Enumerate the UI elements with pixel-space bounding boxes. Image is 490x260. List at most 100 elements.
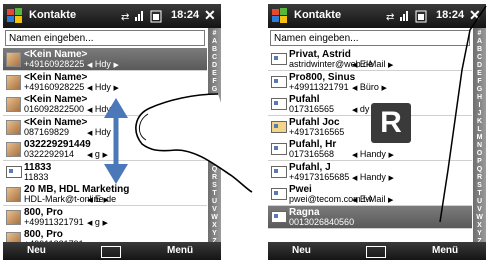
alphabet-letter[interactable]: R bbox=[473, 174, 486, 182]
alphabet-letter[interactable]: F bbox=[473, 78, 486, 86]
alphabet-letter[interactable]: L bbox=[208, 126, 221, 134]
contact-row[interactable]: Pro800, Sinus +49911321791 ◀ Büro ▶ bbox=[268, 70, 472, 94]
contact-row[interactable]: 032229291449 0322292914 ◀ g ▶ bbox=[3, 138, 207, 161]
alphabet-letter[interactable]: Q bbox=[473, 166, 486, 174]
alphabet-letter[interactable]: B bbox=[473, 46, 486, 54]
signal-icon bbox=[400, 11, 408, 21]
contact-row[interactable]: Ragna 0013026840560 bbox=[268, 205, 472, 229]
windows-start-icon[interactable] bbox=[270, 6, 290, 26]
contact-type[interactable]: ◀ Hdy ▶ bbox=[87, 127, 119, 137]
contact-type[interactable]: ◀ Hdy ▶ bbox=[87, 59, 119, 69]
alphabet-letter[interactable]: B bbox=[208, 46, 221, 54]
alphabet-letter[interactable]: O bbox=[208, 150, 221, 158]
alphabet-letter[interactable]: I bbox=[208, 102, 221, 110]
alphabet-letter[interactable]: K bbox=[473, 118, 486, 126]
contact-type[interactable]: ◀ g ▶ bbox=[87, 217, 108, 227]
alphabet-letter[interactable]: H bbox=[473, 94, 486, 102]
contact-type[interactable]: ◀ E-Mail ▶ bbox=[352, 194, 393, 204]
alphabet-letter[interactable]: Q bbox=[208, 166, 221, 174]
alphabet-letter[interactable]: C bbox=[208, 54, 221, 62]
search-input[interactable]: Namen eingeben... bbox=[270, 30, 470, 46]
contact-row[interactable]: 11833 11833 bbox=[3, 160, 207, 184]
contact-row[interactable]: 800, Pro+49911321791◀ g ▶ bbox=[3, 205, 207, 229]
alphabet-letter[interactable]: C bbox=[473, 54, 486, 62]
alphabet-letter[interactable]: Y bbox=[473, 230, 486, 238]
contact-type[interactable]: ◀ Büro ▶ bbox=[352, 82, 387, 92]
alphabet-letter[interactable]: U bbox=[473, 198, 486, 206]
alphabet-letter[interactable]: T bbox=[473, 190, 486, 198]
contact-row[interactable]: Pufahl Joc +4917316565 bbox=[268, 115, 472, 139]
contact-row[interactable]: <Kein Name> +49160928225 ◀ Hdy ▶ bbox=[3, 70, 207, 94]
alphabet-letter[interactable]: H bbox=[208, 94, 221, 102]
alphabet-letter[interactable]: E bbox=[473, 70, 486, 78]
contact-type[interactable]: ◀ Hdy ▶ bbox=[87, 104, 119, 114]
keyboard-icon[interactable] bbox=[101, 246, 121, 258]
alphabet-index[interactable]: #ABCDEFGHIJKLMNOPQRSTUVWXYZ bbox=[473, 28, 486, 246]
alphabet-letter[interactable]: # bbox=[473, 30, 486, 38]
menu-button[interactable]: Menü bbox=[432, 245, 458, 256]
alphabet-letter[interactable]: A bbox=[208, 38, 221, 46]
arrow-right-icon: ▶ bbox=[113, 107, 119, 114]
alphabet-letter[interactable]: G bbox=[208, 86, 221, 94]
alphabet-letter[interactable]: S bbox=[473, 182, 486, 190]
alphabet-letter[interactable]: N bbox=[208, 142, 221, 150]
alphabet-letter[interactable]: I bbox=[473, 102, 486, 110]
alphabet-letter[interactable]: S bbox=[208, 182, 221, 190]
contact-type[interactable]: ◀ g ▶ bbox=[87, 149, 108, 159]
alphabet-letter[interactable]: V bbox=[473, 206, 486, 214]
alphabet-letter[interactable]: J bbox=[208, 110, 221, 118]
alphabet-letter[interactable]: M bbox=[208, 134, 221, 142]
alphabet-letter[interactable]: # bbox=[208, 30, 221, 38]
alphabet-letter[interactable]: A bbox=[473, 38, 486, 46]
contact-type[interactable]: ◀ E-Mail ▶ bbox=[352, 59, 393, 69]
contact-row[interactable]: 20 MB, HDL Marketing HDL-Mark@t-online.de… bbox=[3, 183, 207, 206]
status-icons[interactable]: ⇄ bbox=[384, 8, 434, 24]
contact-row[interactable]: <Kein Name> +49160928225 ◀ Hdy ▶ bbox=[3, 48, 207, 71]
status-icons[interactable]: ⇄ bbox=[119, 8, 169, 24]
new-button[interactable]: Neu bbox=[292, 245, 311, 256]
alphabet-letter[interactable]: K bbox=[208, 118, 221, 126]
contact-type[interactable]: ◀ E ▶ bbox=[87, 194, 109, 204]
contact-row[interactable]: Privat, Astrid astridwinter@web.de ◀ E-Mai… bbox=[268, 48, 472, 71]
search-input[interactable]: Namen eingeben... bbox=[5, 30, 205, 46]
contact-row[interactable]: <Kein Name> 016092822500 ◀ Hdy ▶ bbox=[3, 93, 207, 116]
contact-row[interactable]: Pufahl, J +49173165685 ◀ Handy ▶ bbox=[268, 160, 472, 184]
alphabet-letter[interactable]: U bbox=[208, 198, 221, 206]
alphabet-letter[interactable]: D bbox=[208, 62, 221, 70]
contact-type[interactable]: ◀ Handy ▶ bbox=[352, 149, 394, 159]
alphabet-letter[interactable]: F bbox=[208, 78, 221, 86]
alphabet-letter[interactable]: T bbox=[208, 190, 221, 198]
close-icon[interactable]: ✕ bbox=[469, 7, 481, 24]
close-icon[interactable]: ✕ bbox=[204, 7, 216, 24]
alphabet-letter[interactable]: W bbox=[473, 214, 486, 222]
alphabet-letter[interactable]: E bbox=[208, 70, 221, 78]
alphabet-letter[interactable]: M bbox=[473, 134, 486, 142]
alphabet-letter[interactable]: N bbox=[473, 142, 486, 150]
windows-start-icon[interactable] bbox=[5, 6, 25, 26]
alphabet-letter[interactable]: J bbox=[473, 110, 486, 118]
alphabet-index[interactable]: #ABCDEFGHIJKLMNOPQRSTUVWXYZ bbox=[208, 28, 221, 246]
alphabet-letter[interactable]: V bbox=[208, 206, 221, 214]
contact-type[interactable]: ◀ Handy ▶ bbox=[352, 172, 394, 182]
contact-type[interactable]: ◀ Hdy ▶ bbox=[87, 82, 119, 92]
contact-row[interactable]: Pufahl, Hr 017316568 ◀ Handy ▶ bbox=[268, 138, 472, 161]
contact-row[interactable]: <Kein Name> 087169829 ◀ Hdy ▶ bbox=[3, 115, 207, 139]
alphabet-letter[interactable]: W bbox=[208, 214, 221, 222]
new-button[interactable]: Neu bbox=[27, 245, 46, 256]
alphabet-letter[interactable]: L bbox=[473, 126, 486, 134]
alphabet-letter[interactable]: D bbox=[473, 62, 486, 70]
alphabet-letter[interactable]: P bbox=[473, 158, 486, 166]
alphabet-letter[interactable]: P bbox=[208, 158, 221, 166]
alphabet-letter[interactable]: X bbox=[208, 222, 221, 230]
alphabet-letter[interactable]: R bbox=[208, 174, 221, 182]
keyboard-icon[interactable] bbox=[366, 246, 386, 258]
alphabet-letter[interactable]: Y bbox=[208, 230, 221, 238]
clock: 18:24 bbox=[436, 9, 465, 21]
contact-row[interactable]: Pufahl017316565◀ dy ▶ bbox=[268, 93, 472, 116]
alphabet-letter[interactable]: O bbox=[473, 150, 486, 158]
contact-row[interactable]: Pwei pwei@tecom.com.tw ◀ E-Mail ▶ bbox=[268, 183, 472, 206]
alphabet-letter[interactable]: X bbox=[473, 222, 486, 230]
signal-icon bbox=[135, 11, 143, 21]
menu-button[interactable]: Menü bbox=[167, 245, 193, 256]
alphabet-letter[interactable]: G bbox=[473, 86, 486, 94]
